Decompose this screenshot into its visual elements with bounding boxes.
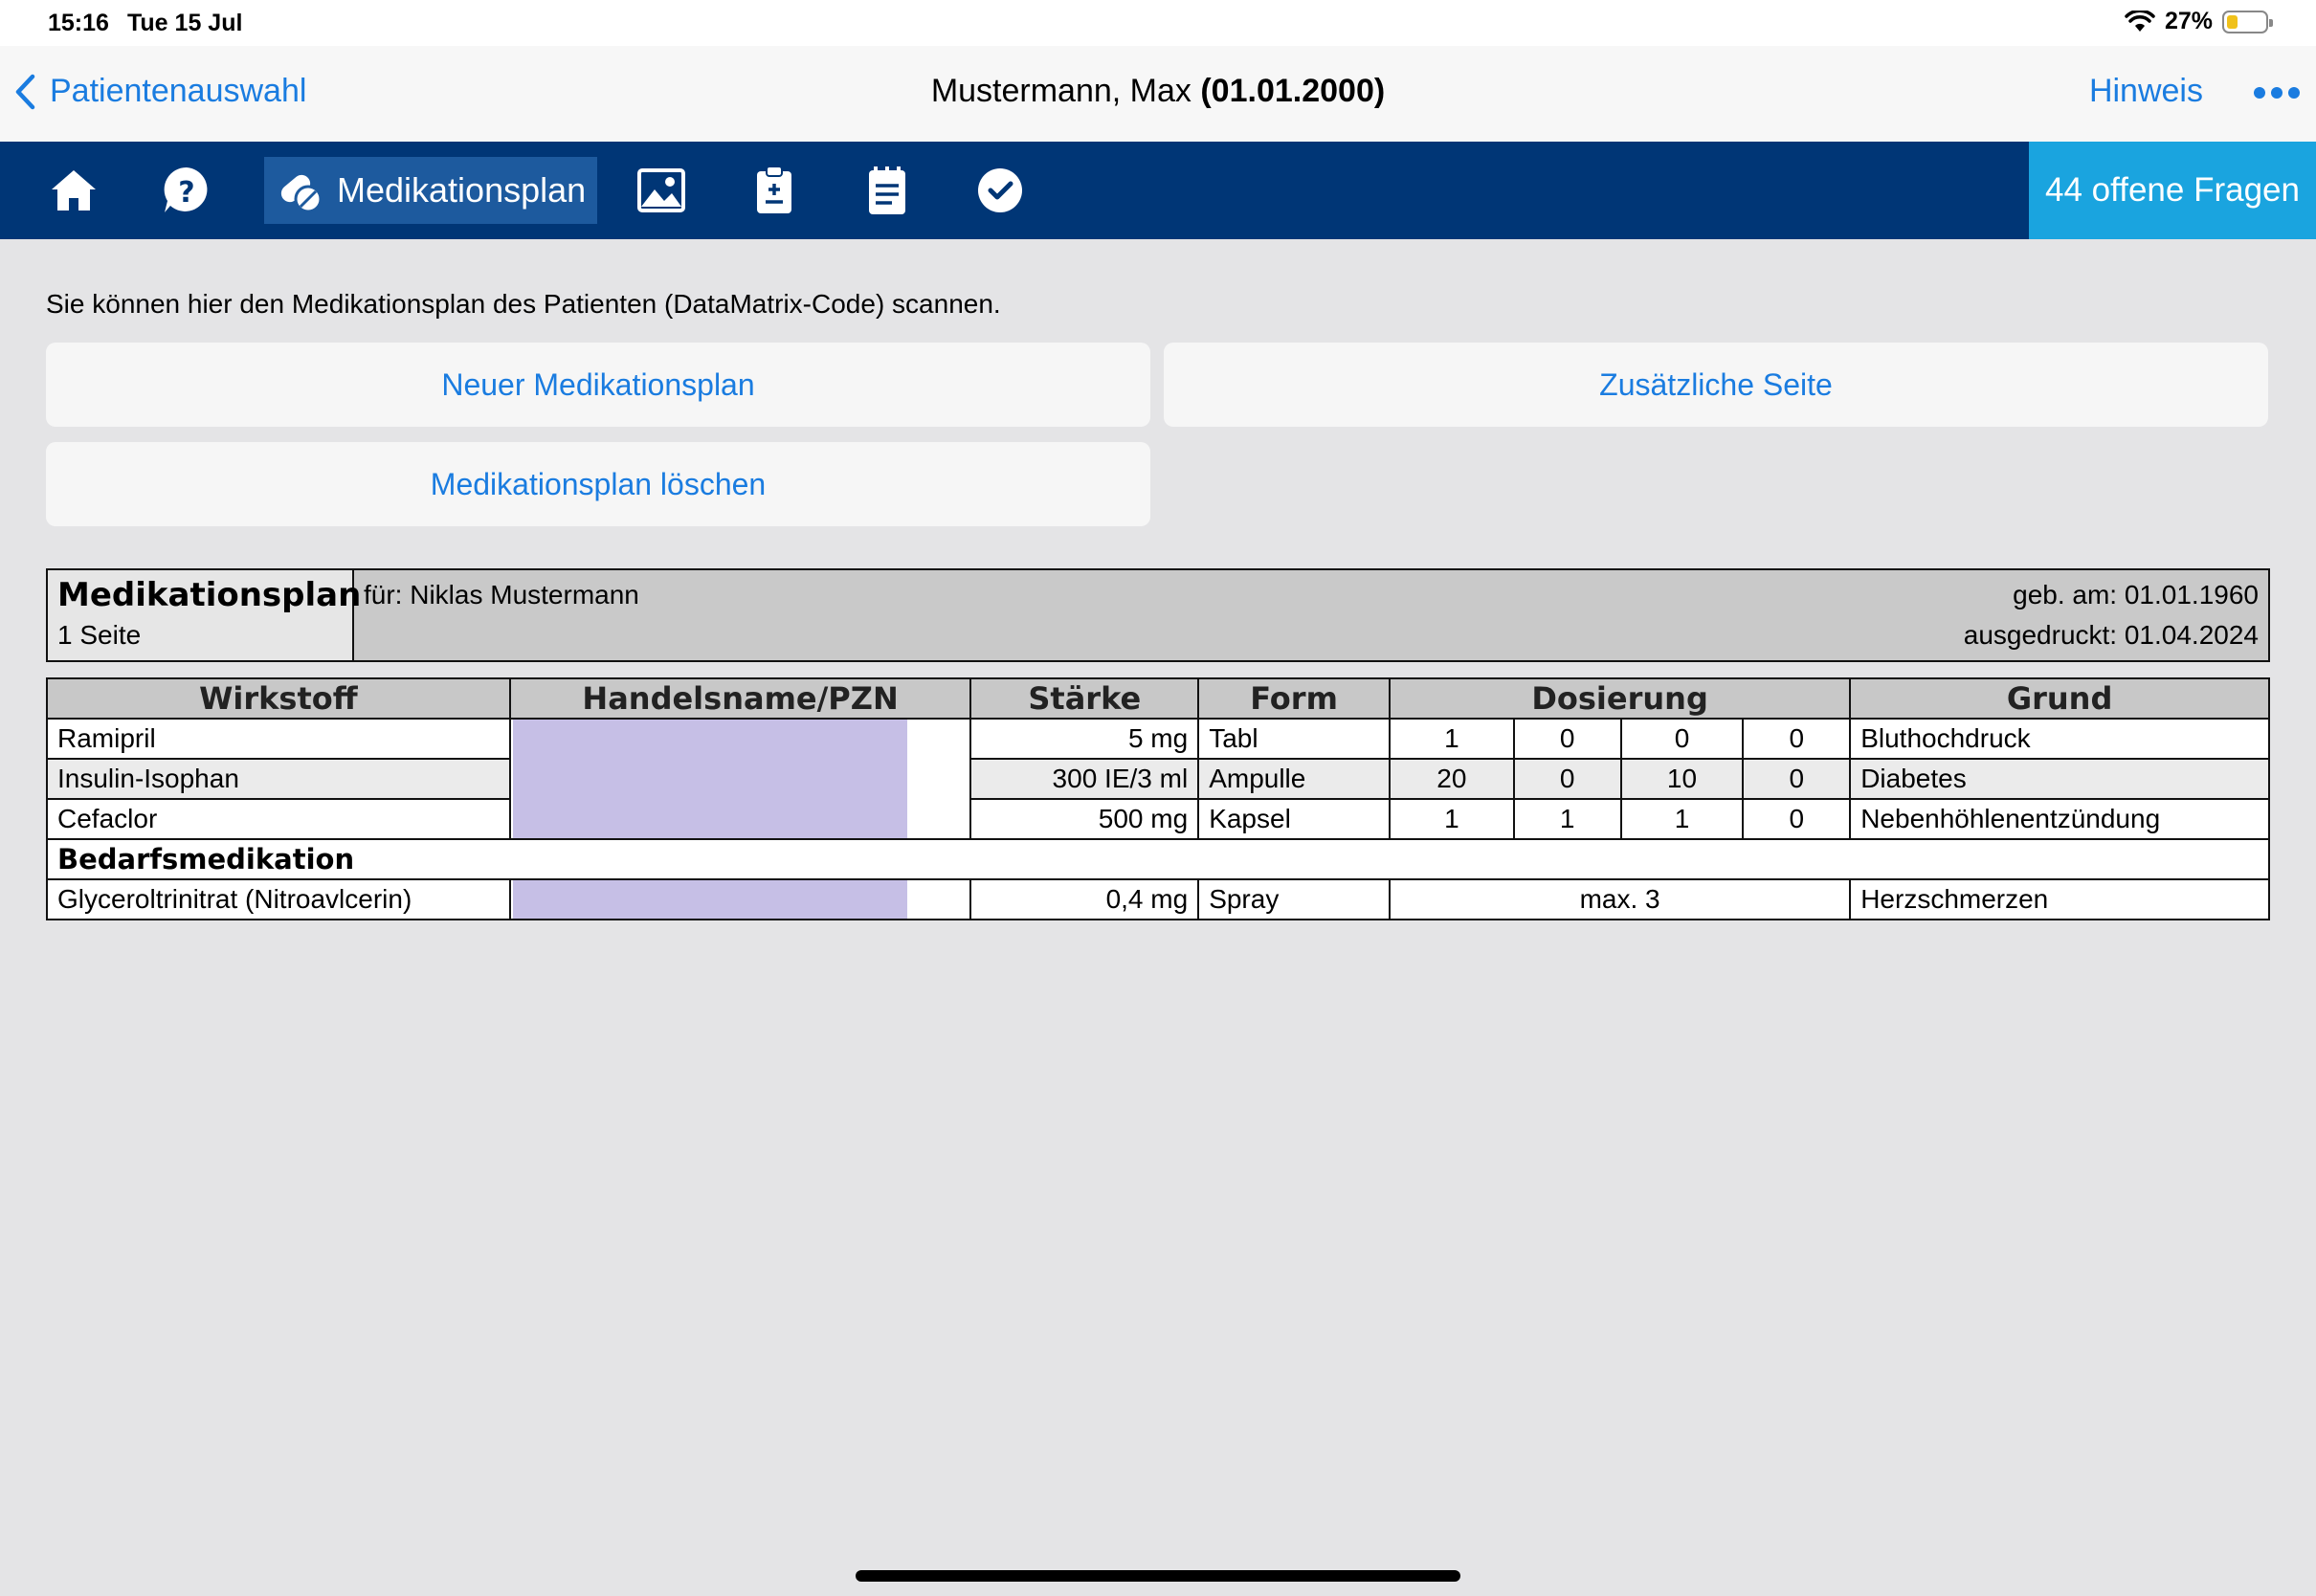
navigation-bar: Patientenauswahl Mustermann, Max (01.01.… [0, 46, 2316, 142]
status-bar: 15:16 Tue 15 Jul 27% [0, 0, 2316, 46]
plan-title: Medikationsplan [57, 576, 362, 614]
cell-dose-night: 0 [1742, 798, 1852, 840]
cell-reason: Diabetes [1849, 758, 2270, 800]
svg-text:?: ? [178, 176, 194, 210]
cell-reason: Nebenhöhlenentzündung [1849, 798, 2270, 840]
cell-dose-morning: 1 [1388, 798, 1515, 840]
plan-header-left: Medikationsplan 1 Seite [48, 570, 362, 660]
battery-percent: 27% [2164, 8, 2213, 34]
check-icon[interactable] [972, 163, 1028, 218]
redaction-box [512, 720, 907, 838]
table-row: Ramipril 5 mg Tabl 1 0 0 0 Bluthochdruck [46, 718, 2270, 840]
redacted-trade-name [508, 878, 972, 920]
col-header-form: Form [1197, 677, 1391, 720]
help-icon[interactable]: ? [159, 163, 214, 218]
wifi-icon [2125, 10, 2155, 32]
cell-agent: Insulin-Isophan [46, 758, 511, 800]
cell-strength: 500 mg [969, 798, 1200, 840]
cell-dose-noon: 0 [1512, 718, 1622, 760]
col-header-reason: Grund [1849, 677, 2270, 720]
cell-strength: 5 mg [969, 718, 1200, 760]
cell-strength: 300 IE/3 ml [969, 758, 1200, 800]
cell-dose-night: 0 [1742, 758, 1852, 800]
cell-strength: 0,4 mg [969, 878, 1200, 920]
redacted-trade-name [508, 718, 972, 840]
section-heading-prn: Bedarfsmedikation [46, 838, 2270, 880]
cell-dose-morning: 1 [1388, 718, 1515, 760]
pills-icon [280, 174, 323, 213]
col-header-dosage: Dosierung [1388, 677, 1852, 720]
additional-page-button[interactable]: Zusätzliche Seite [1164, 343, 2268, 427]
table-row: Glyceroltrinitrat (Nitroavlcerin) 0,4 mg… [46, 878, 2270, 920]
col-header-trade: Handelsname/PZN [508, 677, 972, 720]
hint-button[interactable]: Hinweis [2089, 73, 2203, 110]
clipboard-icon[interactable] [746, 163, 802, 218]
plan-birthdate: geb. am: 01.01.1960 [2013, 580, 2259, 610]
notepad-icon[interactable] [859, 163, 915, 218]
table-row: Cefaclor 500 mg Kapsel 1 1 1 0 Nebenhöhl… [46, 798, 2270, 840]
cell-reason: Herzschmerzen [1849, 878, 2270, 920]
delete-plan-button[interactable]: Medikationsplan löschen [46, 442, 1150, 526]
plan-patient: für: Niklas Mustermann [364, 580, 639, 610]
home-icon[interactable] [46, 163, 101, 218]
cell-dose-noon: 0 [1512, 758, 1622, 800]
section-row: Bedarfsmedikation [46, 838, 2270, 880]
more-icon[interactable] [2253, 80, 2301, 105]
open-questions-button[interactable]: 44 offene Fragen [2029, 142, 2316, 239]
battery-icon [2222, 10, 2273, 33]
cell-dose-morning: 20 [1388, 758, 1515, 800]
redaction-box [512, 880, 907, 919]
intro-text: Sie können hier den Medikationsplan des … [46, 289, 1001, 319]
new-plan-button[interactable]: Neuer Medikationsplan [46, 343, 1150, 427]
plan-printed-date: ausgedruckt: 01.04.2024 [1963, 620, 2259, 650]
cell-agent: Glyceroltrinitrat (Nitroavlcerin) [46, 878, 511, 920]
cell-dosage: max. 3 [1388, 878, 1852, 920]
cell-dose-evening: 10 [1619, 758, 1745, 800]
cell-form: Tabl [1197, 718, 1391, 760]
tab-medikationsplan[interactable]: Medikationsplan [264, 157, 597, 224]
patient-name: Mustermann, Max [930, 73, 1191, 109]
plan-header-info: für: Niklas Mustermann geb. am: 01.01.19… [354, 570, 2268, 660]
patient-title: Mustermann, Max (01.01.2000) [0, 73, 2316, 110]
cell-dose-evening: 1 [1619, 798, 1745, 840]
home-indicator[interactable] [856, 1570, 1460, 1582]
status-date: Tue 15 Jul [127, 10, 243, 36]
col-header-agent: Wirkstoff [46, 677, 511, 720]
status-indicators: 27% [2125, 8, 2273, 35]
cell-agent: Cefaclor [46, 798, 511, 840]
plan-header: Medikationsplan 1 Seite für: Niklas Must… [46, 568, 2270, 662]
cell-agent: Ramipril [46, 718, 511, 760]
col-header-strength: Stärke [969, 677, 1200, 720]
cell-form: Kapsel [1197, 798, 1391, 840]
plan-pages: 1 Seite [57, 620, 142, 650]
tab-medikationsplan-label: Medikationsplan [337, 170, 587, 210]
cell-dose-evening: 0 [1619, 718, 1745, 760]
table-header-row: Wirkstoff Handelsname/PZN Stärke Form Do… [46, 677, 2270, 720]
cell-form: Spray [1197, 878, 1391, 920]
cell-reason: Bluthochdruck [1849, 718, 2270, 760]
status-time: 15:16 [48, 10, 109, 36]
cell-dose-noon: 1 [1512, 798, 1622, 840]
image-icon[interactable] [634, 163, 689, 218]
medication-table: Wirkstoff Handelsname/PZN Stärke Form Do… [46, 677, 2270, 920]
patient-dob: (01.01.2000) [1200, 73, 1386, 109]
main-toolbar: ? Medikationsplan 44 offene Fragen [0, 142, 2316, 239]
cell-dose-night: 0 [1742, 718, 1852, 760]
cell-form: Ampulle [1197, 758, 1391, 800]
table-row: Insulin-Isophan 300 IE/3 ml Ampulle 20 0… [46, 758, 2270, 800]
